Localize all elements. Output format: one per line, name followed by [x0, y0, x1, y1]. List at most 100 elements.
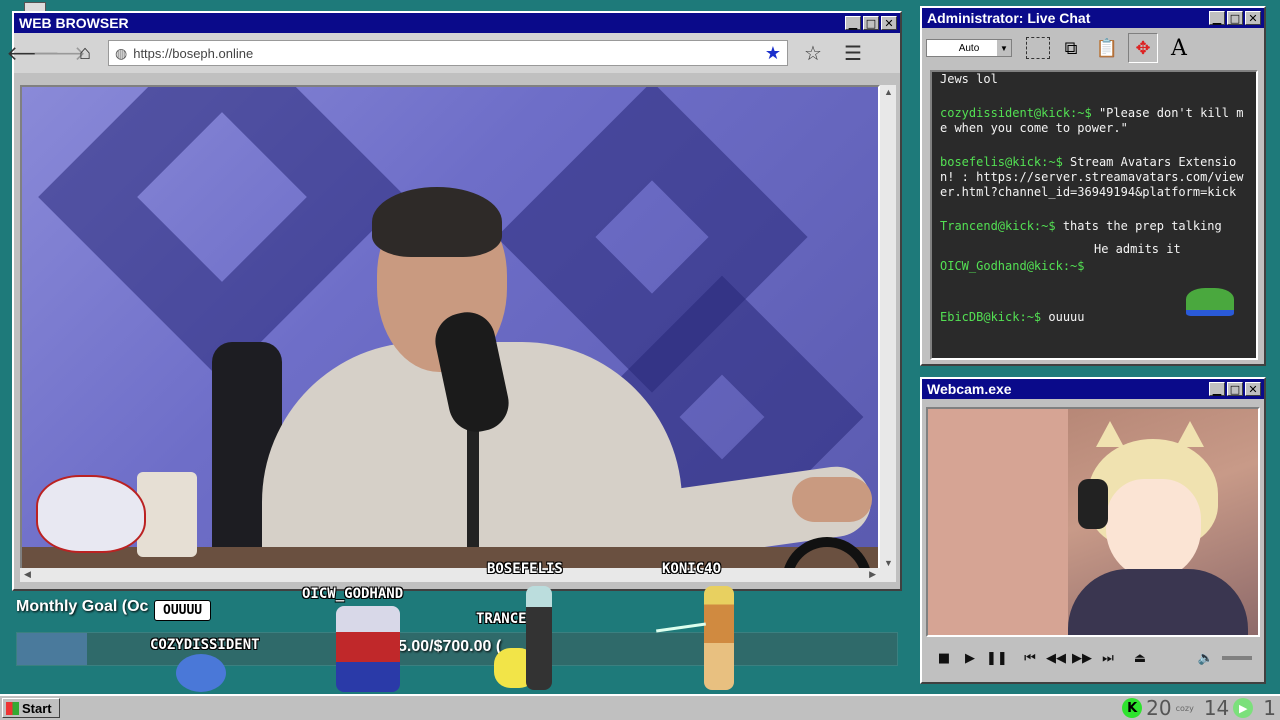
maximize-button[interactable]: □ — [1227, 382, 1243, 396]
copy-icon[interactable]: ⧉ — [1056, 33, 1086, 63]
chat-text: Jews lol — [940, 72, 998, 86]
minimize-button[interactable]: ▁ — [1209, 11, 1225, 25]
chat-user[interactable]: OICW_Godhand@kick:~$ — [940, 259, 1085, 273]
system-tray: K 20 cozy 14 ▶ 1 — [1122, 696, 1276, 720]
chat-user[interactable]: Trancend@kick:~$ — [940, 219, 1056, 233]
browser-toolbar: 🡐 🡒 ⌂ ◍ https://boseph.online ★ ☆ ☰ — [6, 33, 900, 73]
scroll-left-icon[interactable]: ◀ — [24, 569, 31, 580]
browser-titlebar[interactable]: WEB BROWSER ▁ □ ✕ — [14, 13, 900, 33]
scroll-right-icon[interactable]: ▶ — [869, 569, 876, 580]
taskbar: Start K 20 cozy 14 ▶ 1 — [0, 694, 1280, 720]
skip-start-icon[interactable]: ⏮ — [1020, 651, 1040, 666]
chat-text: thats the prep talking — [1055, 219, 1222, 233]
cat-ear-left — [1096, 421, 1124, 447]
pepe-emote-icon — [1186, 288, 1234, 316]
bedroom-background — [928, 409, 1068, 635]
zoom-select-value: Auto — [958, 42, 980, 54]
bookmark-star-filled-icon[interactable]: ★ — [765, 43, 781, 64]
coffee-cup — [137, 472, 197, 557]
avatar-name: BOSEFELIS — [487, 561, 563, 577]
person-hair — [372, 187, 502, 257]
rewind-icon[interactable]: ◀◀ — [1046, 651, 1066, 666]
kick-logo-icon[interactable]: K — [1122, 698, 1143, 718]
url-text[interactable]: https://boseph.online — [133, 46, 765, 61]
browser-title: WEB BROWSER — [19, 15, 129, 31]
tray-count: 1 — [1263, 696, 1276, 720]
menu-icon[interactable]: ☰ — [840, 40, 866, 66]
chat-message: He admits it — [940, 242, 1250, 257]
webcam-titlebar[interactable]: Webcam.exe ▁ □ ✕ — [922, 379, 1264, 399]
cozy-logo: cozy — [1175, 703, 1194, 713]
play-icon[interactable]: ▶ — [960, 651, 980, 666]
start-button[interactable]: Start — [2, 698, 60, 718]
chat-message: bosefelis@kick:~$ Stream Avatars Extensi… — [940, 155, 1250, 200]
pause-icon[interactable]: ❚❚ — [986, 651, 1008, 666]
avatar-name: OICW_GODHAND — [302, 586, 404, 602]
scroll-up-icon[interactable]: ▲ — [884, 87, 893, 97]
avatar-sprite-swordsman[interactable] — [526, 586, 552, 690]
tray-count: 14 — [1203, 696, 1230, 720]
skip-end-icon[interactable]: ⏭ — [1098, 651, 1118, 666]
avatar-name: COZYDISSIDENT — [150, 637, 260, 653]
webcam-window: Webcam.exe ▁ □ ✕ ■ ▶ ❚❚ ⏮ ◀◀ ▶▶ ⏭ ⏏ 🔈 — [920, 377, 1266, 684]
chat-log[interactable]: Jews lol cozydissident@kick:~$ "Please d… — [930, 70, 1258, 360]
home-icon[interactable]: ⌂ — [72, 40, 98, 66]
close-button[interactable]: ✕ — [1245, 382, 1261, 396]
avatar-sprite-blue-creature[interactable] — [176, 654, 226, 692]
live-chat-window: Administrator: Live Chat ▁ □ ✕ Auto ▼ ⧉ … — [920, 6, 1266, 366]
minimize-button[interactable]: ▁ — [1209, 382, 1225, 396]
media-controls: ■ ▶ ❚❚ ⏮ ◀◀ ▶▶ ⏭ ⏏ 🔈 — [926, 641, 1260, 675]
browser-window: WEB BROWSER ▁ □ ✕ 🡐 🡒 ⌂ ◍ https://boseph… — [6, 11, 902, 591]
zoom-select[interactable]: Auto ▼ — [926, 39, 1012, 57]
sword-icon — [656, 622, 706, 633]
close-button[interactable]: ✕ — [881, 16, 897, 30]
background-chevron — [38, 87, 406, 381]
paste-icon[interactable]: 📋 — [1092, 33, 1122, 63]
chat-titlebar[interactable]: Administrator: Live Chat ▁ □ ✕ — [922, 8, 1264, 28]
vertical-scrollbar[interactable]: ▲ ▼ — [880, 85, 896, 570]
avatar-sprite-fighter[interactable] — [704, 586, 734, 690]
avatar-name: KONIC4O — [662, 561, 722, 577]
chat-user[interactable]: EbicDB@kick:~$ — [940, 310, 1041, 324]
chat-user[interactable]: cozydissident@kick:~$ — [940, 106, 1092, 120]
windows-logo-icon — [6, 701, 19, 715]
video-viewport[interactable] — [20, 85, 880, 570]
move-icon[interactable]: ✥ — [1128, 33, 1158, 63]
chat-toolbar: Auto ▼ ⧉ 📋 ✥ A — [922, 28, 1264, 68]
scroll-down-icon[interactable]: ▼ — [884, 558, 893, 568]
forward-arrow-icon[interactable]: 🡒 — [32, 40, 86, 66]
close-button[interactable]: ✕ — [1245, 11, 1261, 25]
fast-forward-icon[interactable]: ▶▶ — [1072, 651, 1092, 666]
volume-icon[interactable]: 🔈 — [1196, 651, 1216, 666]
favorites-star-icon[interactable]: ☆ — [800, 40, 826, 66]
avatar-face — [1106, 479, 1201, 579]
maximize-button[interactable]: □ — [863, 16, 879, 30]
chat-message: cozydissident@kick:~$ "Please don't kill… — [940, 106, 1250, 136]
font-icon[interactable]: A — [1164, 33, 1194, 63]
avatar-sprite-armored-knight[interactable] — [336, 606, 400, 692]
elephant-logo-icon — [36, 475, 146, 553]
chat-message: Trancend@kick:~$ thats the prep talking — [940, 219, 1250, 234]
volume-slider[interactable] — [1222, 656, 1252, 660]
chevron-down-icon[interactable]: ▼ — [997, 40, 1011, 56]
start-label: Start — [22, 700, 52, 716]
maximize-button[interactable]: □ — [1227, 11, 1243, 25]
chat-text: He admits it — [1094, 242, 1181, 256]
chat-text: ouuuu — [1041, 310, 1085, 324]
headphone-icon — [1078, 479, 1108, 529]
minimize-button[interactable]: ▁ — [845, 16, 861, 30]
play-logo-icon[interactable]: ▶ — [1233, 698, 1254, 718]
horizontal-scrollbar[interactable]: ◀ ▶ — [20, 568, 896, 582]
chat-title: Administrator: Live Chat — [927, 10, 1091, 26]
globe-icon: ◍ — [115, 44, 128, 61]
chat-message: OICW_Godhand@kick:~$ — [940, 259, 1250, 274]
webcam-title: Webcam.exe — [927, 381, 1012, 397]
select-rect-icon[interactable] — [1026, 37, 1050, 59]
chat-user[interactable]: bosefelis@kick:~$ — [940, 155, 1063, 169]
person-hand — [792, 477, 872, 522]
goal-progress-fill — [17, 633, 88, 665]
goal-label: Monthly Goal (Oc — [16, 598, 149, 615]
eject-icon[interactable]: ⏏ — [1130, 651, 1150, 666]
address-bar[interactable]: ◍ https://boseph.online ★ — [108, 40, 788, 66]
stop-icon[interactable]: ■ — [934, 651, 954, 666]
